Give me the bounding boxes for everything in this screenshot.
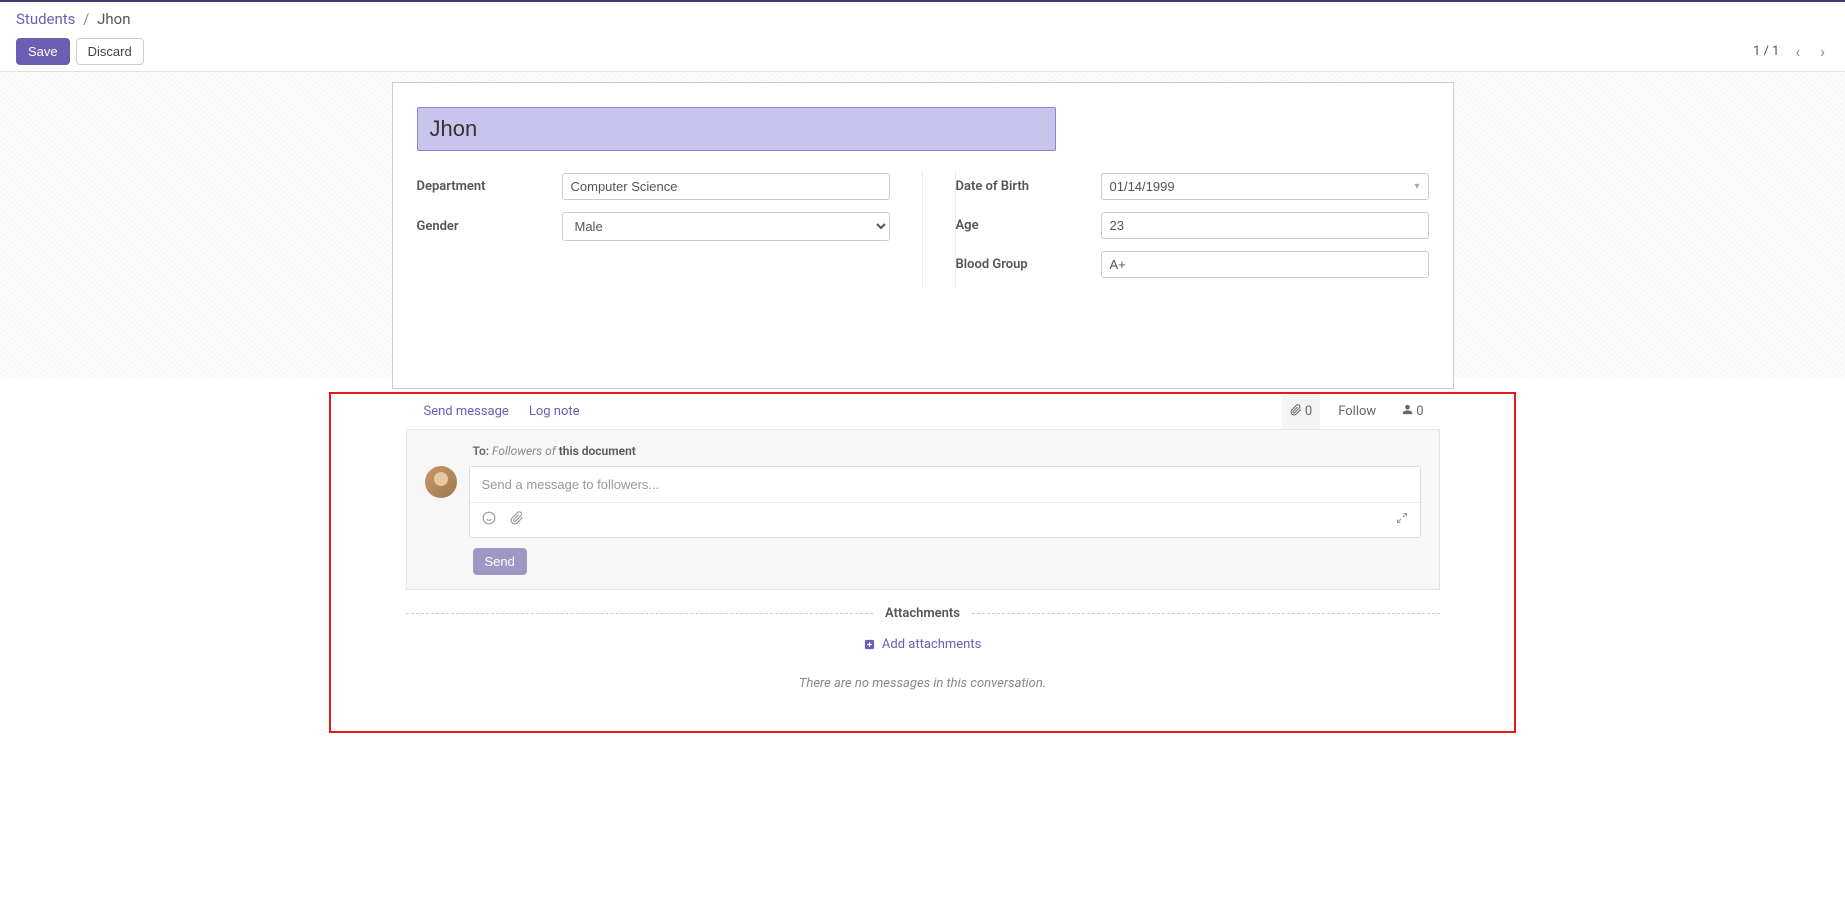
name-input[interactable] xyxy=(417,107,1056,151)
attachments-count-button[interactable]: 0 xyxy=(1282,395,1320,429)
no-messages-text: There are no messages in this conversati… xyxy=(406,676,1440,731)
followers-count: 0 xyxy=(1416,404,1423,419)
tab-log-note[interactable]: Log note xyxy=(519,394,590,429)
chatter: Send message Log note 0 Follow 0 xyxy=(406,394,1440,731)
discard-button[interactable]: Discard xyxy=(76,38,144,65)
message-input[interactable] xyxy=(470,467,1420,503)
attachment-icon[interactable] xyxy=(510,511,524,529)
send-button[interactable]: Send xyxy=(473,548,527,575)
dob-label: Date of Birth xyxy=(956,179,1101,194)
chatter-highlight-box: Send message Log note 0 Follow 0 xyxy=(329,392,1516,733)
followers-count-button[interactable]: 0 xyxy=(1394,395,1431,428)
paperclip-icon xyxy=(1290,404,1302,420)
this-document-text: this document xyxy=(559,444,636,458)
department-field[interactable] xyxy=(562,173,890,200)
gender-label: Gender xyxy=(417,219,562,234)
avatar xyxy=(425,466,457,498)
followers-of-text: Followers of xyxy=(492,444,559,458)
composer: To: Followers of this document xyxy=(406,430,1440,590)
save-button[interactable]: Save xyxy=(16,38,70,65)
attachments-count: 0 xyxy=(1305,404,1312,419)
tab-send-message[interactable]: Send message xyxy=(414,394,519,429)
dob-input[interactable] xyxy=(1110,179,1415,194)
breadcrumb-separator: / xyxy=(83,10,89,28)
plus-icon xyxy=(864,637,878,652)
department-label: Department xyxy=(417,179,562,194)
emoji-icon[interactable] xyxy=(482,511,496,529)
dob-field[interactable]: ▾ xyxy=(1101,173,1429,200)
user-icon xyxy=(1402,404,1413,419)
gender-select[interactable]: Male xyxy=(562,212,890,241)
expand-icon[interactable] xyxy=(1396,512,1408,528)
chevron-down-icon[interactable]: ▾ xyxy=(1414,181,1419,192)
breadcrumb: Students / Jhon xyxy=(16,10,1829,28)
to-label: To: xyxy=(473,444,490,458)
breadcrumb-parent[interactable]: Students xyxy=(16,10,75,28)
prev-arrow-icon[interactable]: ‹ xyxy=(1791,42,1804,61)
blood-label: Blood Group xyxy=(956,257,1101,272)
follow-button[interactable]: Follow xyxy=(1330,395,1384,428)
age-label: Age xyxy=(956,218,1101,233)
pager: 1 / 1 xyxy=(1753,44,1779,59)
age-field[interactable] xyxy=(1101,212,1429,239)
attachments-header: Attachments xyxy=(873,606,972,621)
add-attachments-button[interactable]: Add attachments xyxy=(864,637,982,652)
breadcrumb-current: Jhon xyxy=(97,10,130,28)
add-attachments-label: Add attachments xyxy=(882,637,981,652)
blood-group-field[interactable] xyxy=(1101,251,1429,278)
next-arrow-icon[interactable]: › xyxy=(1816,42,1829,61)
form-sheet: Department Gender Male Date of Birth ▾ xyxy=(392,82,1454,389)
header-bar: Students / Jhon Save Discard 1 / 1 ‹ › xyxy=(0,2,1845,72)
